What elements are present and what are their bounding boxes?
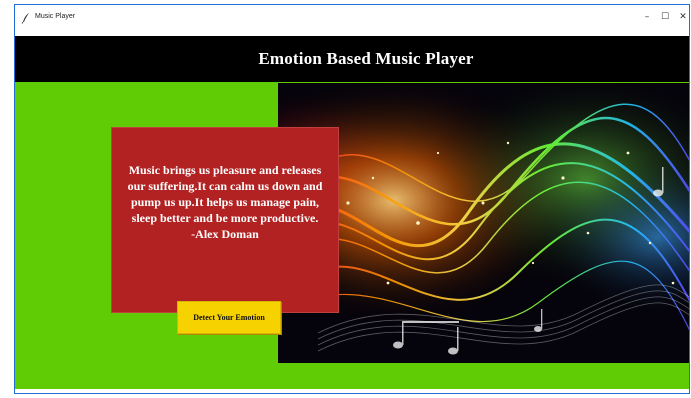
- window-bottom: [15, 389, 689, 393]
- quote-author: -Alex Doman: [191, 227, 259, 241]
- quote-line: pump us up.It helps us manage pain,: [130, 195, 320, 209]
- close-button[interactable]: ✕: [674, 9, 689, 25]
- title-bar[interactable]: Music Player – ☐ ✕: [15, 5, 689, 35]
- quote-line: our suffering.It can calm us down and: [127, 179, 323, 193]
- detect-emotion-button[interactable]: Detect Your Emotion: [177, 301, 281, 334]
- maximize-button[interactable]: ☐: [656, 9, 674, 25]
- music-waves-artwork: [278, 83, 689, 363]
- quote-card: Music brings us pleasure and releases ou…: [111, 127, 339, 313]
- minimize-button[interactable]: –: [638, 9, 656, 25]
- page-title: Emotion Based Music Player: [258, 49, 474, 68]
- quote-line: sleep better and be more productive.: [131, 211, 319, 225]
- app-window: Music Player – ☐ ✕ Emotion Based Music P…: [14, 4, 690, 394]
- music-waves-graphic: [278, 83, 689, 363]
- feather-icon: [21, 13, 29, 24]
- quote-text: Music brings us pleasure and releases ou…: [112, 162, 338, 242]
- window-title: Music Player: [35, 13, 76, 20]
- quote-line: Music brings us pleasure and releases: [128, 163, 322, 177]
- header-bar: Emotion Based Music Player: [15, 36, 689, 82]
